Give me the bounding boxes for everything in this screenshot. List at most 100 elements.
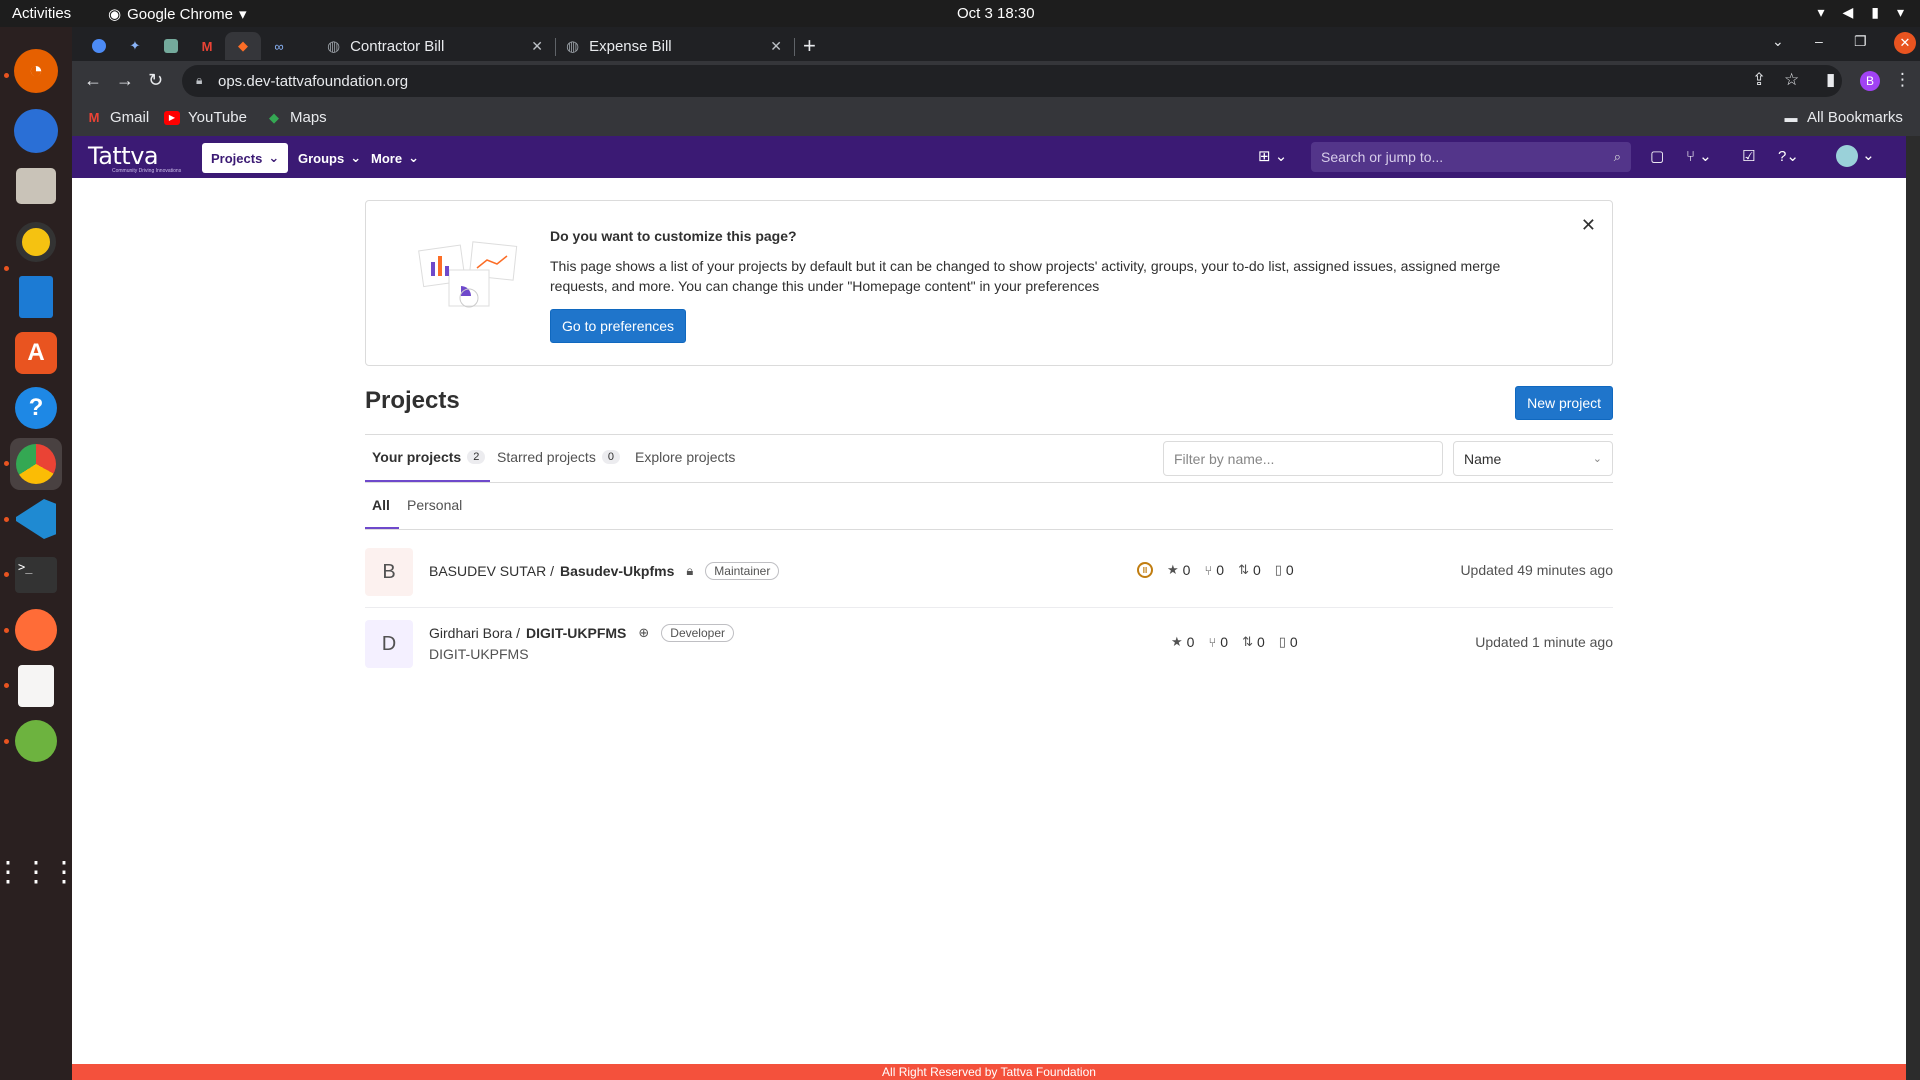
pinned-tab[interactable] — [153, 32, 189, 60]
postman-icon[interactable] — [10, 604, 62, 656]
libreoffice-writer-icon[interactable] — [10, 271, 62, 323]
tab-title: Expense Bill — [589, 37, 672, 55]
pinned-tab[interactable]: ∞ — [261, 32, 297, 60]
bookmark-gmail[interactable]: M Gmail — [86, 109, 150, 126]
filter-placeholder: Filter by name... — [1174, 450, 1275, 467]
fork-icon: ⑂ — [1208, 634, 1217, 650]
globe-icon: ⊕ — [638, 625, 650, 640]
text-editor-icon[interactable] — [10, 660, 62, 712]
page-title: Projects — [365, 387, 460, 414]
files-icon[interactable] — [10, 160, 62, 212]
pinned-tab[interactable]: M — [189, 32, 225, 60]
pinned-tab[interactable] — [81, 32, 117, 60]
new-tab-button[interactable]: + — [803, 33, 816, 59]
share-icon[interactable]: ⇪ — [1752, 70, 1766, 90]
thunderbird-icon[interactable] — [10, 105, 62, 157]
all-bookmarks[interactable]: ▬ All Bookmarks — [1783, 109, 1903, 126]
create-new-icon[interactable]: ⊞ ⌄ — [1258, 147, 1287, 165]
gitlab-icon: ◆ — [238, 38, 248, 53]
user-avatar[interactable]: ⌄ — [1836, 145, 1875, 167]
project-row[interactable]: D Girdhari Bora / DIGIT-UKPFMS ⊕ Develop… — [365, 620, 1613, 680]
subtab-personal[interactable]: Personal — [407, 497, 462, 513]
nav-label: Groups — [298, 150, 345, 166]
new-project-button[interactable]: New project — [1515, 386, 1613, 420]
bookmark-youtube[interactable]: ▶ YouTube — [164, 109, 247, 126]
terminal-icon[interactable]: >_ — [10, 549, 62, 601]
activities-button[interactable]: Activities — [12, 5, 71, 22]
nav-groups[interactable]: Groups ⌄ — [289, 143, 370, 173]
project-avatar[interactable]: B — [365, 548, 413, 596]
running-indicator — [4, 739, 9, 744]
tattva-logo[interactable]: Tattva — [88, 142, 159, 170]
forks-count[interactable]: ⑂ 0 — [1208, 634, 1228, 650]
stars-count[interactable]: ★ 0 — [1167, 562, 1190, 578]
system-tray[interactable]: ▾ ◀ ▮ ▾ — [1817, 4, 1904, 21]
issues-icon[interactable]: ▢ — [1650, 147, 1664, 165]
stat-value: 0 — [1289, 634, 1298, 650]
project-title[interactable]: Basudev-Ukpfms — [560, 563, 674, 579]
browser-tab[interactable]: ◍ Expense Bill ✕ — [556, 31, 792, 61]
tab-your-projects[interactable]: Your projects 2 — [372, 449, 486, 465]
rhythmbox-icon[interactable] — [10, 216, 62, 268]
pinned-tab[interactable]: ✦ — [117, 32, 153, 60]
project-row[interactable]: B BASUDEV SUTAR / Basudev-Ukpfms 🔒︎ Main… — [365, 548, 1613, 608]
go-to-preferences-button[interactable]: Go to preferences — [550, 309, 687, 343]
project-avatar[interactable]: D — [365, 620, 413, 668]
project-title[interactable]: DIGIT-UKPFMS — [526, 625, 626, 641]
tab-starred-projects[interactable]: Starred projects 0 — [497, 449, 620, 465]
banner-text: This page shows a list of your projects … — [550, 258, 1501, 294]
merge-requests-icon[interactable]: ⑂ ⌄ — [1686, 147, 1712, 165]
filter-by-name-input[interactable]: Filter by name... — [1163, 441, 1443, 476]
clock[interactable]: Oct 3 18:30 — [957, 5, 1035, 22]
nav-more[interactable]: More ⌄ — [362, 143, 428, 173]
merge-requests-count[interactable]: ⇅ 0 — [1238, 562, 1261, 578]
site-info-icon[interactable]: 🔒︎ — [196, 73, 202, 88]
merge-requests-count[interactable]: ⇅ 0 — [1242, 634, 1265, 650]
bookmark-maps[interactable]: ◆ Maps — [266, 109, 327, 126]
subtab-all[interactable]: All — [372, 497, 390, 513]
reload-icon[interactable]: ↻ — [148, 70, 163, 91]
maximize-icon[interactable]: ❐ — [1854, 33, 1867, 50]
project-stats: ★ 0 ⑂ 0 ⇅ 0 ▯ 0 — [1171, 634, 1298, 650]
chrome-dock-icon[interactable] — [10, 438, 62, 490]
todos-icon[interactable]: ☑ — [1742, 147, 1755, 165]
stars-count[interactable]: ★ 0 — [1171, 634, 1194, 650]
chrome-icon: ◉ — [108, 6, 122, 23]
role-badge: Maintainer — [705, 562, 780, 580]
browser-tab[interactable]: ◍ Contractor Bill ✕ — [317, 31, 553, 61]
forward-icon[interactable]: → — [116, 70, 134, 91]
chrome-menu-icon[interactable]: ⋮ — [1894, 70, 1911, 90]
app-menu[interactable]: ◉ Google Chrome ▾ — [108, 5, 247, 24]
minimize-icon[interactable]: – — [1815, 33, 1823, 49]
pinned-tab-active[interactable]: ◆ — [225, 32, 261, 60]
close-window-icon[interactable]: ✕ — [1894, 32, 1916, 54]
nav-projects[interactable]: Projects ⌄ — [202, 143, 289, 173]
project-name[interactable]: BASUDEV SUTAR / Basudev-Ukpfms 🔒︎ Mainta… — [429, 562, 780, 580]
vscode-icon[interactable] — [10, 493, 62, 545]
power-icon: ▾ — [1896, 4, 1904, 20]
close-icon[interactable]: ✕ — [1581, 215, 1596, 236]
tab-search-icon[interactable]: ⌄ — [1772, 33, 1784, 50]
close-tab-icon[interactable]: ✕ — [770, 38, 782, 55]
project-name[interactable]: Girdhari Bora / DIGIT-UKPFMS ⊕ Developer — [429, 624, 734, 642]
sort-dropdown[interactable]: Name ⌄ — [1453, 441, 1613, 476]
back-icon[interactable]: ← — [84, 70, 102, 91]
profile-avatar[interactable]: B — [1860, 71, 1880, 91]
show-apps-icon[interactable]: ⋮⋮⋮ — [0, 845, 78, 897]
pipeline-status-icon[interactable]: II — [1137, 562, 1153, 578]
forks-count[interactable]: ⑂ 0 — [1204, 562, 1224, 578]
app-center-icon[interactable]: A — [10, 327, 62, 379]
bookmark-star-icon[interactable]: ☆ — [1784, 70, 1799, 90]
sort-value: Name — [1464, 450, 1502, 467]
tab-explore-projects[interactable]: Explore projects — [635, 449, 735, 465]
issues-count[interactable]: ▯ 0 — [1279, 634, 1298, 650]
firefox-icon[interactable]: ◔ — [14, 49, 58, 93]
help-icon[interactable]: ? — [10, 382, 62, 434]
side-panel-icon[interactable]: ▮ — [1826, 70, 1835, 90]
help-icon[interactable]: ?⌄ — [1778, 147, 1799, 165]
url-bar[interactable]: 🔒︎ ops.dev-tattvafoundation.org — [182, 65, 1842, 97]
issues-count[interactable]: ▯ 0 — [1275, 562, 1294, 578]
spring-tool-icon[interactable] — [10, 715, 62, 767]
close-tab-icon[interactable]: ✕ — [531, 38, 543, 55]
search-input[interactable]: Search or jump to... ⌕ — [1311, 142, 1631, 172]
